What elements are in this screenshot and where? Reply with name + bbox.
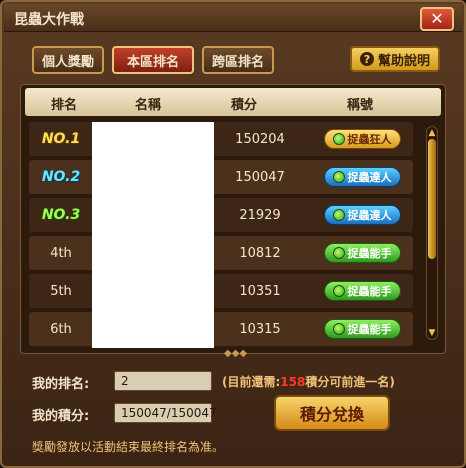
my-rank-label: 我的排名: — [32, 377, 90, 392]
title-badge: 捉蟲能手 — [323, 281, 401, 301]
bug-icon — [332, 133, 345, 145]
bug-icon — [332, 323, 345, 335]
table-row[interactable]: 5th 10351 捉蟲能手 — [29, 274, 413, 308]
scrollbar-thumb[interactable] — [428, 139, 436, 259]
tab-label: 個人獎勵 — [42, 54, 95, 70]
title-badge: 捉蟲狂人 — [323, 129, 401, 149]
rank-cell: 6th — [50, 321, 72, 337]
rank-badge: NO.3 — [41, 207, 81, 223]
score-cell: 150204 — [235, 131, 285, 147]
bug-icon — [332, 171, 345, 183]
score-cell: 10315 — [239, 321, 281, 337]
ranking-table: 排名 名稱 積分 稱號 NO.1 150204 捉蟲狂人 NO.2 150047… — [20, 84, 446, 354]
redacted-names-block — [92, 122, 214, 348]
help-label: 幫助說明 — [377, 53, 430, 69]
divider-ornament-icon: ◆◆◆ — [224, 348, 248, 359]
tab-personal-rewards[interactable]: 個人獎勵 — [32, 46, 104, 74]
score-cell: 10351 — [239, 283, 281, 299]
rank-cell: 5th — [50, 283, 72, 299]
header-rank: 排名 — [51, 98, 78, 113]
title-badge: 捉蟲能手 — [323, 319, 401, 339]
my-score-field: 150047/150047 — [114, 403, 217, 423]
table-header: 排名 名稱 積分 稱號 — [25, 88, 441, 116]
scrollbar[interactable]: ▲ ▼ — [426, 126, 438, 340]
title-text: 捉蟲達人 — [347, 171, 392, 184]
rank-badge: NO.1 — [41, 131, 81, 147]
title-badge: 捉蟲能手 — [323, 243, 401, 263]
rank-cell: 4th — [50, 245, 72, 261]
table-row[interactable]: 6th 10315 捉蟲能手 — [29, 312, 413, 346]
title-bar: 昆蟲大作戰 ✕ — [4, 4, 462, 32]
my-score-label: 我的積分: — [32, 409, 90, 424]
bug-icon — [332, 247, 345, 259]
redeem-points-button[interactable]: 積分兌換 — [274, 395, 390, 431]
table-row[interactable]: 4th 10812 捉蟲能手 — [29, 236, 413, 270]
title-text: 捉蟲達人 — [347, 209, 392, 222]
score-cell: 21929 — [239, 207, 281, 223]
scroll-up-icon[interactable]: ▲ — [427, 128, 437, 138]
reward-note: 獎勵發放以活動結束最終排名為准。 — [32, 440, 225, 454]
window-title: 昆蟲大作戰 — [14, 12, 84, 28]
close-button[interactable]: ✕ — [420, 7, 454, 31]
scroll-down-icon[interactable]: ▼ — [427, 328, 437, 338]
tab-label: 本區排名 — [126, 54, 179, 70]
tab-label: 跨區排名 — [212, 54, 265, 70]
my-rank-field: 2 — [114, 371, 212, 391]
table-row[interactable]: NO.3 21929 捉蟲達人 — [29, 198, 413, 232]
title-text: 捉蟲能手 — [347, 247, 392, 260]
need-text: (目前還需:158積分可前進一名) — [222, 375, 395, 389]
title-text: 捉蟲能手 — [347, 285, 392, 298]
question-icon: ? — [359, 52, 374, 66]
table-row[interactable]: NO.2 150047 捉蟲達人 — [29, 160, 413, 194]
header-title: 稱號 — [347, 98, 374, 113]
close-icon: ✕ — [430, 9, 444, 28]
ranking-window: 昆蟲大作戰 ✕ 個人獎勵 本區排名 跨區排名 ? 幫助說明 排名 名稱 積分 稱… — [0, 0, 466, 468]
bug-icon — [332, 209, 345, 221]
table-row[interactable]: NO.1 150204 捉蟲狂人 — [29, 122, 413, 156]
help-button[interactable]: ? 幫助說明 — [350, 46, 440, 72]
title-text: 捉蟲能手 — [347, 323, 392, 336]
redeem-label: 積分兌換 — [299, 405, 364, 424]
score-cell: 150047 — [235, 169, 285, 185]
tab-server-ranking[interactable]: 本區排名 — [112, 46, 194, 74]
title-badge: 捉蟲達人 — [323, 205, 401, 225]
header-name: 名稱 — [135, 98, 162, 113]
rank-badge: NO.2 — [41, 169, 81, 185]
title-text: 捉蟲狂人 — [347, 133, 392, 146]
bug-icon — [332, 285, 345, 297]
title-badge: 捉蟲達人 — [323, 167, 401, 187]
header-score: 積分 — [231, 98, 258, 113]
tab-cross-server-ranking[interactable]: 跨區排名 — [202, 46, 274, 74]
need-number: 158 — [280, 375, 306, 389]
score-cell: 10812 — [239, 245, 281, 261]
